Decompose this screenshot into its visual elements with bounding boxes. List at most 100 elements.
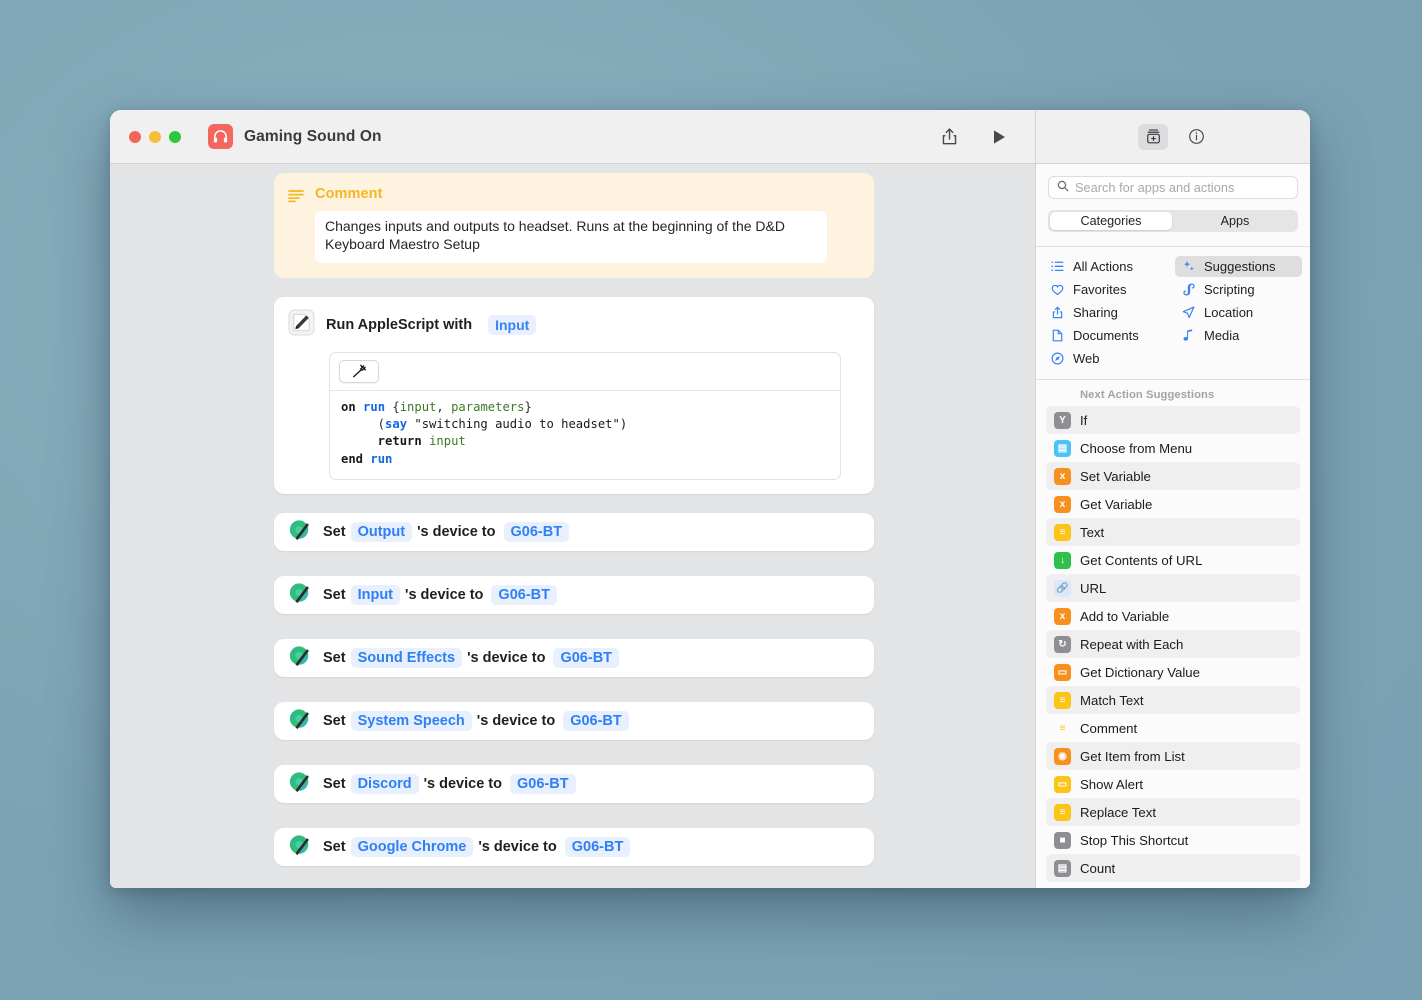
category-location[interactable]: Location <box>1175 302 1302 323</box>
suggestion-item[interactable]: ≡ Match Text <box>1046 686 1300 714</box>
search-icon <box>1057 179 1069 197</box>
compass-icon <box>1050 352 1065 365</box>
suggestion-label: URL <box>1080 580 1107 596</box>
run-applescript-action[interactable]: Run AppleScript with Input on run {input… <box>274 296 874 495</box>
suggestion-item[interactable]: x Add to Variable <box>1046 602 1300 630</box>
set-device-action[interactable]: Set Sound Effects 's device to G06-BT <box>274 639 874 678</box>
comment-action[interactable]: Comment Changes inputs and outputs to he… <box>274 173 874 278</box>
variable-icon: x <box>1054 495 1071 513</box>
minimize-button[interactable] <box>149 130 161 143</box>
set-device-token[interactable]: G06-BT <box>503 522 570 543</box>
set-device-token[interactable]: G06-BT <box>509 774 576 795</box>
set-target-token[interactable]: Sound Effects <box>350 648 463 669</box>
set-middle-text: 's device to <box>478 839 557 856</box>
category-web[interactable]: Web <box>1044 348 1171 369</box>
set-device-token[interactable]: G06-BT <box>563 711 629 732</box>
suggestion-item[interactable]: Y If <box>1046 406 1300 434</box>
set-target-token[interactable]: Discord <box>350 774 419 795</box>
set-device-token[interactable]: G06-BT <box>553 648 620 669</box>
shortcuts-window: Gaming Sound On Comment Changes inputs a… <box>110 110 1310 888</box>
window-body: Comment Changes inputs and outputs to he… <box>110 164 1310 888</box>
action-library-icon[interactable] <box>1138 123 1168 150</box>
set-target-token[interactable]: Input <box>350 585 401 606</box>
share-icon[interactable] <box>937 125 961 149</box>
set-device-action[interactable]: Set Output 's device to G06-BT <box>274 513 874 552</box>
suggestion-item[interactable]: ▭ Get Dictionary Value <box>1046 658 1300 686</box>
search-input[interactable]: Search for apps and actions <box>1048 176 1298 199</box>
suggestion-label: Get Contents of URL <box>1080 552 1203 568</box>
info-icon[interactable] <box>1184 125 1208 149</box>
document-title: Gaming Sound On <box>244 127 382 145</box>
applescript-code[interactable]: on run {input, parameters} (say "switchi… <box>330 391 840 479</box>
suggestion-label: Replace Text <box>1080 804 1156 820</box>
comment-main: Comment Changes inputs and outputs to he… <box>315 186 860 263</box>
suggestion-item[interactable]: ◉ Get Item from List <box>1046 742 1300 770</box>
set-verb: Set <box>323 587 346 604</box>
sparkles-icon <box>1181 260 1196 273</box>
suggestion-item[interactable]: ↻ Repeat with Each <box>1046 630 1300 658</box>
suggestion-item[interactable]: ▤ Count <box>1046 854 1300 882</box>
category-documents[interactable]: Documents <box>1044 325 1171 346</box>
suggestion-label: Get Dictionary Value <box>1080 664 1200 680</box>
set-middle-text: 's device to <box>423 776 502 793</box>
audio-device-icon <box>288 518 312 547</box>
script-toolbar <box>330 353 840 391</box>
suggestions-header: Next Action Suggestions <box>1080 389 1215 401</box>
set-target-token[interactable]: System Speech <box>350 711 472 732</box>
suggestions-list[interactable]: Next Action Suggestions Y If ▤ Choose from … <box>1036 380 1310 888</box>
music-note-icon <box>1181 329 1196 342</box>
suggestion-label: Stop This Shortcut <box>1080 832 1189 848</box>
set-device-action[interactable]: Set Discord 's device to G06-BT <box>274 765 874 804</box>
suggestion-item[interactable]: ≡ Text <box>1046 518 1300 546</box>
script-input-token[interactable]: Input <box>488 314 537 335</box>
category-scripting[interactable]: Scripting <box>1175 279 1302 300</box>
suggestion-item[interactable]: x Set Variable <box>1046 462 1300 490</box>
set-action-list: Set Output 's device to G06-BT Set Input… <box>274 513 874 867</box>
comment-text[interactable]: Changes inputs and outputs to headset. R… <box>315 211 827 263</box>
set-device-action[interactable]: Set Input 's device to G06-BT <box>274 576 874 615</box>
set-device-text: Set Input 's device to G06-BT <box>323 585 557 606</box>
library-segmented-control: Categories Apps <box>1048 210 1298 232</box>
actions-column: Comment Changes inputs and outputs to he… <box>274 173 874 867</box>
hammer-icon[interactable] <box>339 359 379 383</box>
comment-lines-icon <box>288 186 304 263</box>
suggestion-item[interactable]: x Get Variable <box>1046 490 1300 518</box>
category-favorites[interactable]: Favorites <box>1044 279 1171 300</box>
set-target-token[interactable]: Output <box>350 522 413 543</box>
suggestion-item[interactable]: ≡ Replace Text <box>1046 798 1300 826</box>
tab-apps[interactable]: Apps <box>1174 212 1296 230</box>
audio-device-icon <box>288 833 312 862</box>
play-icon[interactable] <box>987 125 1011 149</box>
suggestion-item[interactable]: ↓ Get Contents of URL <box>1046 546 1300 574</box>
set-device-text: Set Sound Effects 's device to G06-BT <box>323 648 620 669</box>
menu-icon: ▤ <box>1054 439 1071 457</box>
category-sharing[interactable]: Sharing <box>1044 302 1171 323</box>
zoom-button[interactable] <box>169 130 181 143</box>
suggestion-item[interactable]: ▤ Choose from Menu <box>1046 434 1300 462</box>
suggestion-item[interactable]: ■ Stop This Shortcut <box>1046 826 1300 854</box>
traffic-lights <box>129 130 181 143</box>
dictionary-icon: ▭ <box>1054 663 1071 681</box>
suggestion-item[interactable]: ▭ Show Alert <box>1046 770 1300 798</box>
category-suggestions[interactable]: Suggestions <box>1175 256 1302 277</box>
suggestion-item[interactable]: 🔗 URL <box>1046 574 1300 602</box>
category-label: Media <box>1204 328 1240 343</box>
titlebar-left: Gaming Sound On <box>110 110 937 163</box>
suggestion-label: Text <box>1080 524 1105 540</box>
library-search-wrap: Search for apps and actions <box>1036 164 1310 199</box>
suggestion-item[interactable]: ≡ Comment <box>1046 714 1300 742</box>
category-all-actions[interactable]: All Actions <box>1044 256 1171 277</box>
set-device-action[interactable]: Set Google Chrome 's device to G06-BT <box>274 828 874 867</box>
suggestion-label: Get Variable <box>1080 496 1153 512</box>
search-placeholder: Search for apps and actions <box>1075 180 1235 195</box>
close-button[interactable] <box>129 130 141 143</box>
set-device-token[interactable]: G06-BT <box>564 837 631 858</box>
category-media[interactable]: Media <box>1175 325 1302 346</box>
set-target-token[interactable]: Google Chrome <box>350 837 474 858</box>
set-device-action[interactable]: Set System Speech 's device to G06-BT <box>274 702 874 741</box>
titlebar-library-controls <box>1035 110 1310 163</box>
suggestion-label: Get Item from List <box>1080 748 1185 764</box>
set-device-token[interactable]: G06-BT <box>491 585 557 606</box>
audio-device-icon <box>288 707 312 736</box>
tab-categories[interactable]: Categories <box>1050 212 1172 230</box>
